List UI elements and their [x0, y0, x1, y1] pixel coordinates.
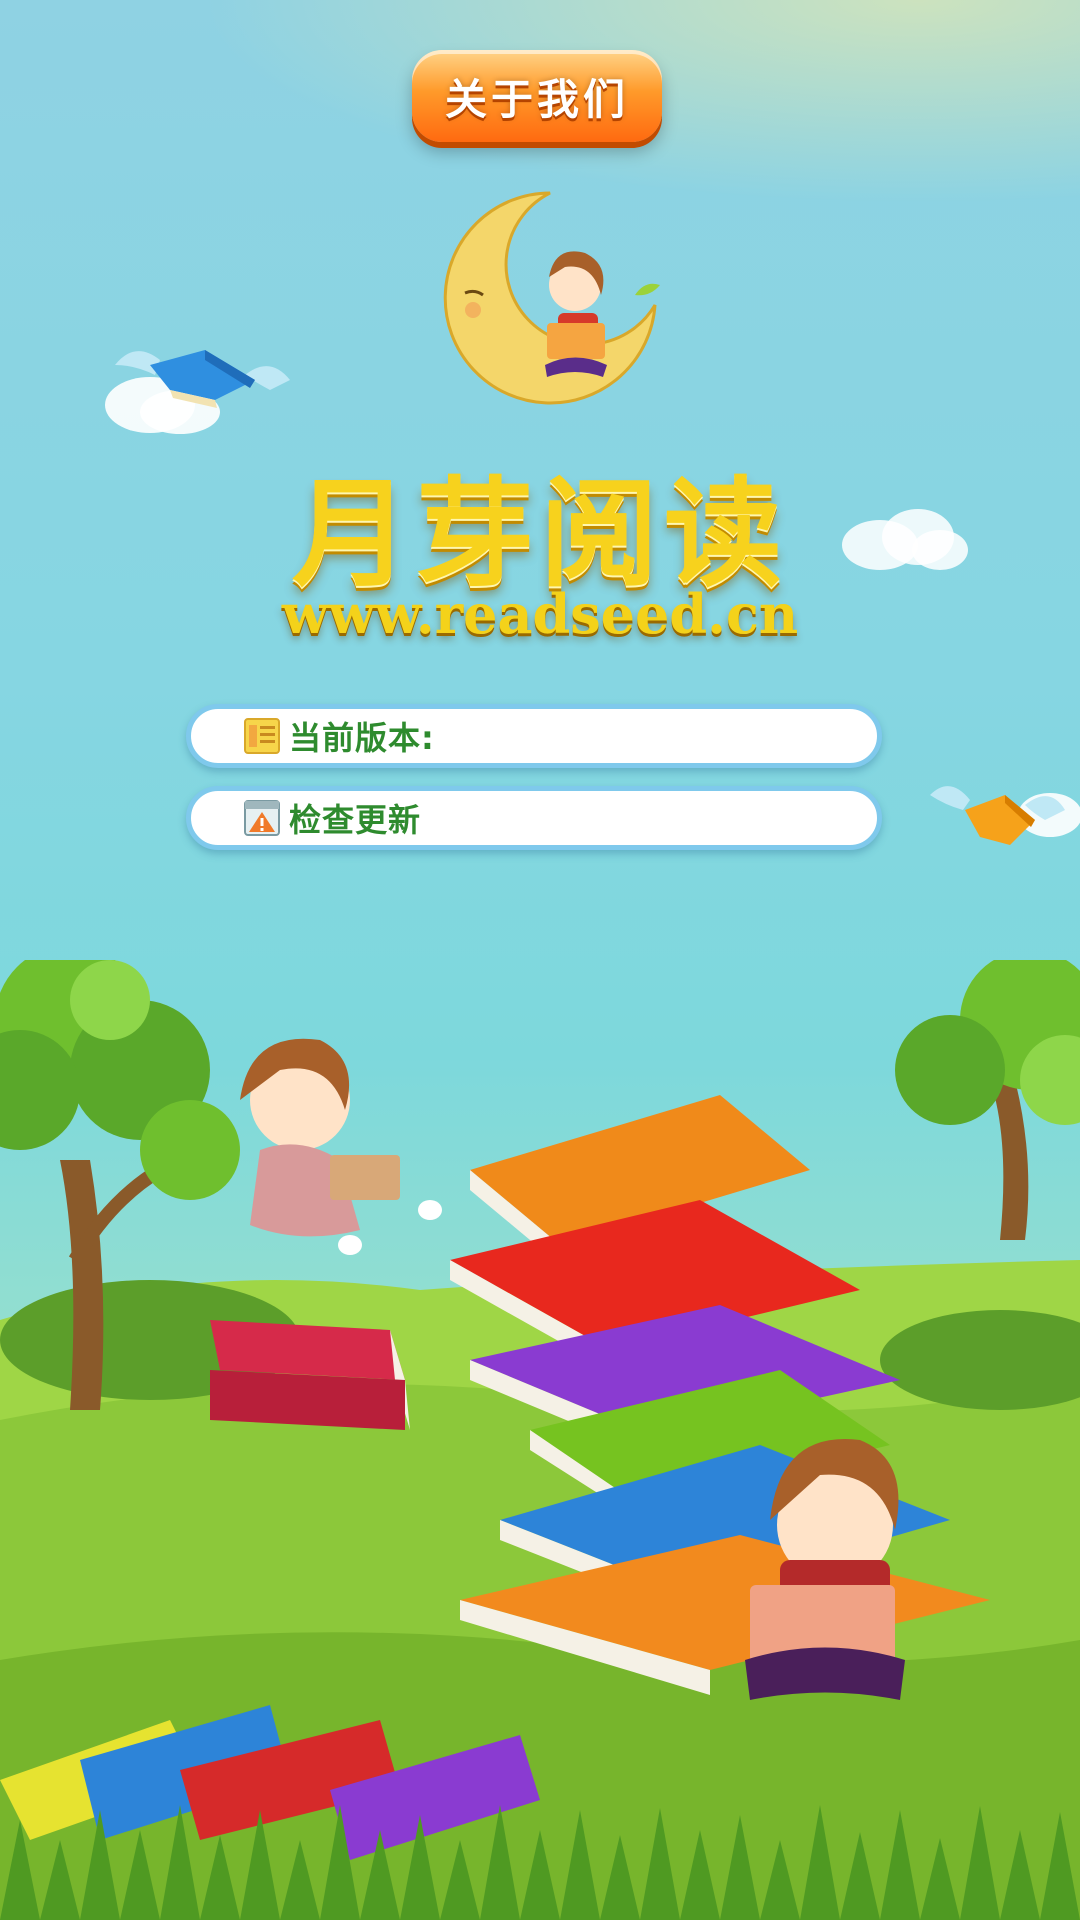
moon-logo [443, 191, 660, 405]
girl-reading-left [240, 1038, 442, 1255]
current-version-label: 当前版本: [289, 719, 435, 757]
flying-book-left [105, 350, 290, 434]
check-update-row[interactable]: 检查更新 [186, 786, 882, 850]
reading-scene-illustration [0, 960, 1080, 1920]
flying-book-right [930, 786, 1080, 845]
tree-right [990, 1080, 1029, 1240]
warning-icon [244, 800, 280, 836]
about-us-button[interactable]: 关于我们 [412, 50, 662, 142]
check-update-label: 检查更新 [289, 801, 422, 839]
document-icon [244, 718, 280, 754]
current-version-row[interactable]: 当前版本: [186, 704, 882, 768]
website-url: www.readseed.cn [281, 582, 799, 646]
